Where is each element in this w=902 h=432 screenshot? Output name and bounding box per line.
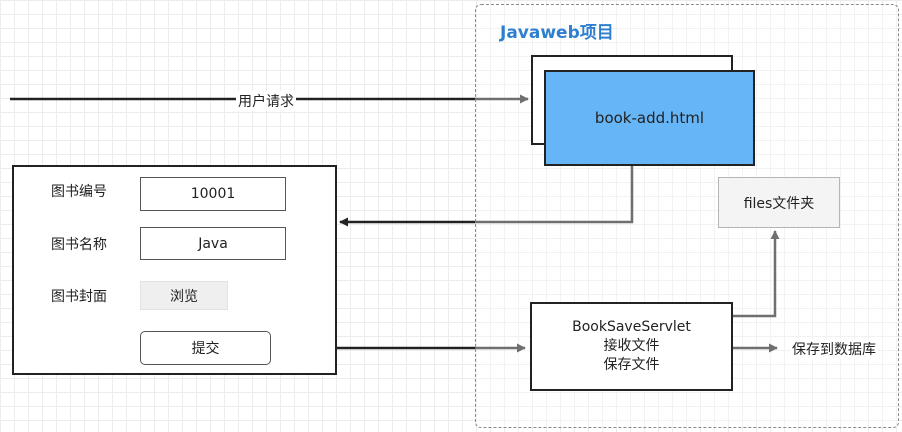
- project-title: Javaweb项目: [500, 23, 614, 43]
- book-id-input[interactable]: 10001: [140, 177, 286, 211]
- book-cover-label: 图书封面: [51, 289, 107, 305]
- book-add-page-node: book-add.html: [544, 70, 755, 166]
- book-id-value: 10001: [190, 186, 236, 202]
- save-to-db-label: 保存到数据库: [790, 339, 878, 359]
- book-id-label: 图书编号: [51, 184, 107, 200]
- user-request-label: 用户请求: [236, 91, 296, 111]
- servlet-step-receive: 接收文件: [603, 338, 660, 354]
- submit-button[interactable]: 提交: [140, 331, 271, 365]
- files-folder-label: files文件夹: [743, 195, 815, 212]
- browse-button[interactable]: 浏览: [140, 281, 228, 310]
- servlet-name: BookSaveServlet: [572, 319, 691, 335]
- book-add-page-label: book-add.html: [594, 109, 705, 127]
- servlet-node: BookSaveServlet 接收文件 保存文件: [530, 302, 733, 391]
- files-folder-node: files文件夹: [718, 177, 840, 228]
- book-name-label: 图书名称: [51, 237, 107, 253]
- book-name-input[interactable]: Java: [140, 227, 286, 260]
- book-name-value: Java: [198, 235, 228, 252]
- servlet-step-save: 保存文件: [603, 357, 660, 373]
- browse-button-label: 浏览: [170, 288, 198, 305]
- submit-button-label: 提交: [191, 341, 220, 357]
